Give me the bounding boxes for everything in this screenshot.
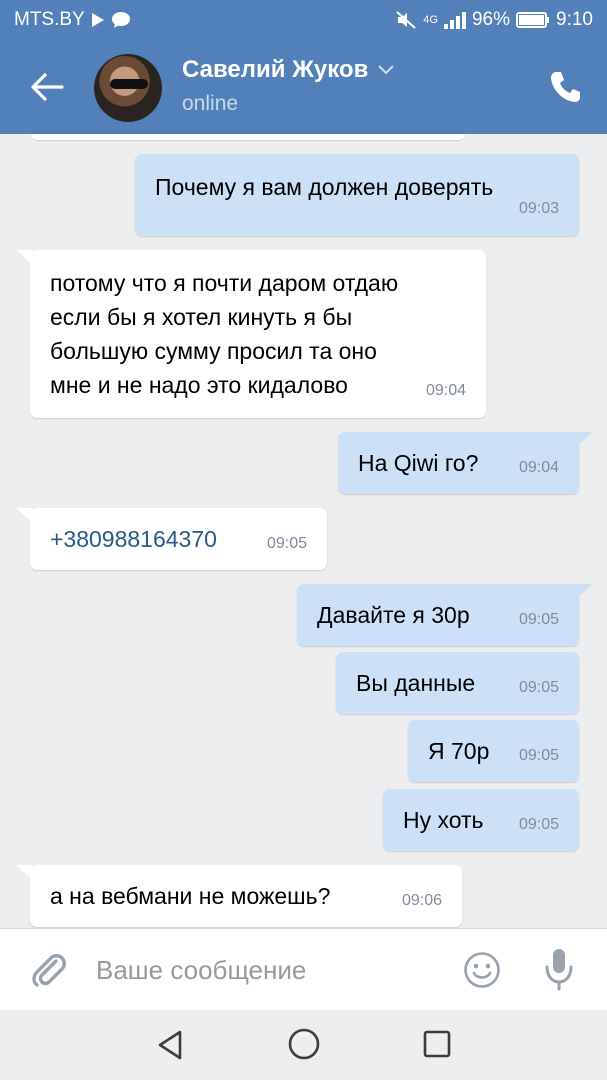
message-icon [111, 12, 130, 28]
message-time: 09:04 [425, 382, 466, 399]
battery-icon [516, 12, 550, 28]
message-incoming[interactable]: потому что я почти даром отдаю если бы я… [16, 250, 486, 418]
battery-percent: 96% [471, 9, 511, 30]
message-composer: Ваше сообщение [0, 928, 607, 1011]
mute-icon [396, 11, 416, 29]
message-incoming[interactable]: +380988164370 09:05 [16, 508, 327, 570]
contact-status: online [182, 92, 239, 115]
phone-number-link[interactable]: +380988164370 [50, 522, 217, 556]
message-text: Давайте я 30р [317, 602, 470, 628]
message-text: Почему я вам должен доверять [155, 174, 494, 200]
back-arrow-icon[interactable] [30, 72, 64, 102]
message-text: а на вебмани не можешь? [50, 883, 331, 909]
message-input[interactable]: Ваше сообщение [96, 955, 306, 986]
message-outgoing[interactable]: Почему я вам должен доверять 09:03 [135, 154, 579, 236]
chevron-down-icon [378, 65, 395, 75]
phone-icon[interactable] [549, 70, 581, 104]
message-time: 09:04 [518, 459, 559, 476]
message-text: Я 70р [428, 738, 490, 764]
carrier-label: MTS.BY [14, 9, 85, 30]
message-list[interactable]: Почему я вам должен доверять 09:03 потом… [0, 134, 607, 928]
play-icon [91, 13, 104, 27]
message-outgoing[interactable]: Давайте я 30р 09:05 [297, 584, 593, 646]
microphone-icon[interactable] [544, 947, 574, 991]
smile-icon[interactable] [463, 951, 501, 989]
message-text: Ну хоть [403, 807, 484, 833]
message-outgoing[interactable]: На Qiwi го? 09:04 [338, 432, 593, 494]
message-time: 09:06 [401, 892, 442, 909]
chat-header: Савелий Жуков online [0, 40, 607, 134]
message-incoming[interactable]: а на вебмани не можешь? 09:06 [16, 865, 462, 927]
message-outgoing[interactable]: Я 70р 09:05 [408, 720, 579, 782]
contact-name-label: Савелий Жуков [182, 56, 369, 83]
nav-home-icon[interactable] [286, 1026, 322, 1062]
message-outgoing[interactable]: Ну хоть 09:05 [383, 789, 579, 851]
paperclip-icon[interactable] [28, 949, 68, 989]
avatar[interactable] [94, 54, 162, 122]
message-text: потому что я почти даром отдаю если бы я… [50, 270, 399, 398]
signal-icon [443, 12, 466, 29]
contact-name[interactable]: Савелий Жуков [182, 56, 395, 84]
network-label: 4G [423, 14, 438, 26]
nav-back-icon[interactable] [154, 1028, 188, 1062]
nav-recents-icon[interactable] [422, 1029, 452, 1059]
message-text: На Qiwi го? [358, 450, 479, 476]
status-bar: MTS.BY 4G 96% 9:10 [0, 0, 607, 40]
message-outgoing[interactable]: Вы данные 09:05 [336, 652, 579, 714]
message-text: Вы данные [356, 670, 476, 696]
system-nav-bar [0, 1010, 607, 1080]
message-time: 09:05 [518, 816, 559, 833]
message-time: 09:05 [518, 747, 559, 764]
clock: 9:10 [556, 9, 593, 30]
message-time: 09:03 [518, 200, 559, 217]
message-time: 09:05 [266, 535, 307, 552]
message-time: 09:05 [518, 611, 559, 628]
previous-message-edge [30, 134, 466, 140]
message-time: 09:05 [518, 679, 559, 696]
